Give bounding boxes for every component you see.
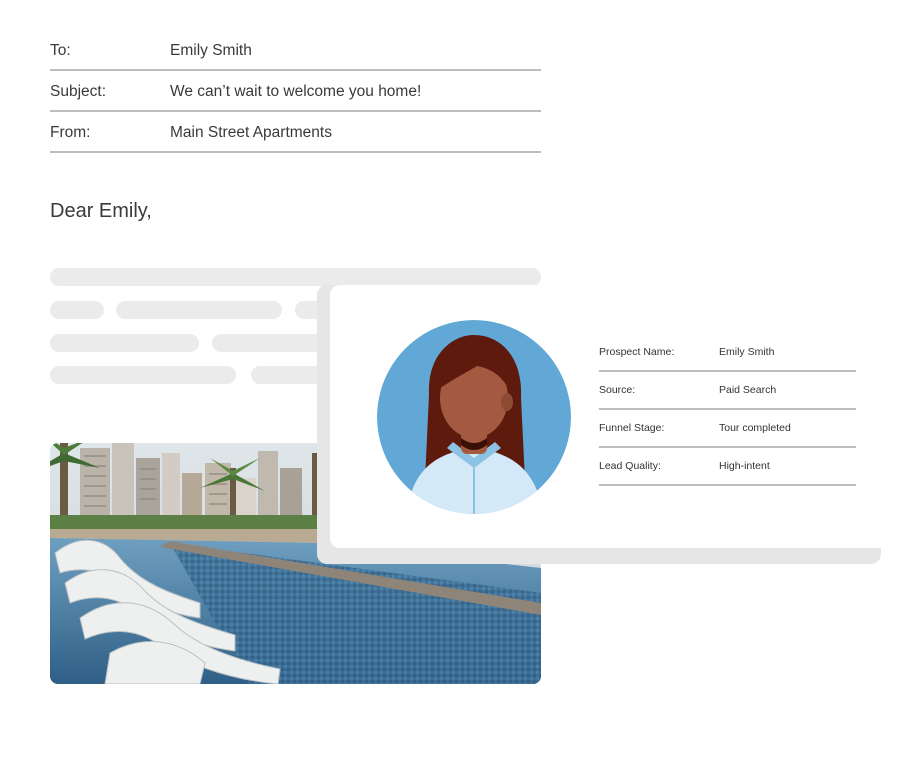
email-to-label: To:: [50, 41, 71, 59]
email-from-row: From: Main Street Apartments: [50, 112, 541, 153]
prospect-name-label: Prospect Name:: [599, 346, 675, 358]
source-label: Source:: [599, 384, 636, 396]
prospect-card: Prospect Name: Emily Smith Source: Paid …: [330, 285, 908, 548]
email-to-value: Emily Smith: [170, 41, 252, 59]
prospect-field-row: Source: Paid Search: [599, 372, 856, 410]
avatar-person-icon: [377, 320, 571, 514]
placeholder-line: [50, 366, 236, 384]
email-from-label: From:: [50, 123, 91, 141]
prospect-field-row: Prospect Name: Emily Smith: [599, 334, 856, 372]
email-subject-label: Subject:: [50, 82, 107, 100]
email-header: To: Emily Smith Subject: We can’t wait t…: [50, 30, 541, 153]
email-greeting: Dear Emily,: [50, 200, 152, 222]
funnel-stage-value: Tour completed: [719, 422, 791, 434]
email-from-value: Main Street Apartments: [170, 123, 332, 141]
email-subject-row: Subject: We can’t wait to welcome you ho…: [50, 71, 541, 112]
email-subject-value: We can’t wait to welcome you home!: [170, 82, 422, 100]
placeholder-line: [50, 268, 541, 286]
prospect-field-row: Lead Quality: High-intent: [599, 448, 856, 486]
placeholder-line: [50, 334, 199, 352]
prospect-avatar: [377, 320, 571, 514]
lead-quality-value: High-intent: [719, 460, 770, 472]
lead-quality-label: Lead Quality:: [599, 460, 661, 472]
funnel-stage-label: Funnel Stage:: [599, 422, 665, 434]
placeholder-line: [50, 301, 104, 319]
placeholder-line: [116, 301, 282, 319]
prospect-fields: Prospect Name: Emily Smith Source: Paid …: [599, 334, 856, 486]
prospect-name-value: Emily Smith: [719, 346, 775, 358]
email-to-row: To: Emily Smith: [50, 30, 541, 71]
prospect-field-row: Funnel Stage: Tour completed: [599, 410, 856, 448]
source-value: Paid Search: [719, 384, 777, 396]
